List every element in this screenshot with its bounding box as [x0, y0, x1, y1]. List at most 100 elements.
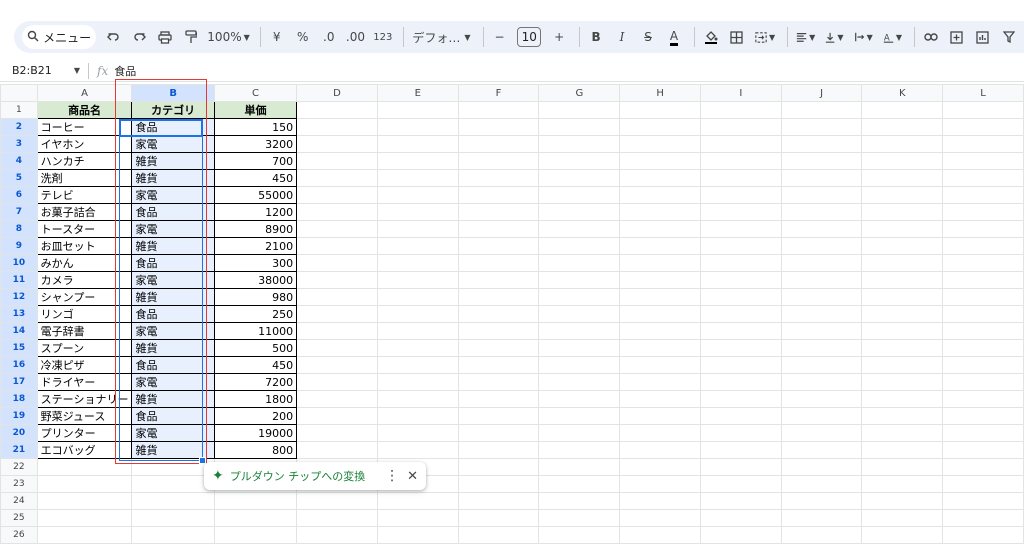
empty-cell[interactable] [296, 118, 378, 136]
empty-cell[interactable] [942, 339, 1024, 357]
data-cell[interactable]: 食品 [131, 407, 215, 425]
empty-cell[interactable] [699, 509, 782, 527]
empty-cell[interactable] [213, 526, 298, 544]
empty-cell[interactable] [457, 203, 540, 221]
empty-cell[interactable] [699, 305, 782, 323]
empty-cell[interactable] [619, 441, 701, 459]
empty-cell[interactable] [376, 237, 459, 255]
empty-cell[interactable] [780, 169, 863, 187]
empty-cell[interactable] [538, 356, 621, 374]
formula-input[interactable]: 食品 [114, 63, 136, 79]
header-cell[interactable]: カテゴリ [131, 101, 215, 119]
empty-cell[interactable] [619, 169, 701, 187]
empty-cell[interactable] [619, 475, 701, 493]
empty-cell[interactable] [619, 373, 701, 391]
empty-cell[interactable] [942, 101, 1024, 119]
data-cell[interactable]: 雑貨 [131, 152, 215, 170]
empty-cell[interactable] [538, 322, 621, 340]
data-cell[interactable]: ハンカチ [36, 152, 133, 170]
data-cell[interactable]: 電子辞書 [36, 322, 133, 340]
data-cell[interactable]: 980 [213, 288, 298, 306]
empty-cell[interactable] [942, 254, 1024, 272]
empty-cell[interactable] [376, 322, 459, 340]
empty-cell[interactable] [861, 339, 944, 357]
empty-cell[interactable] [942, 492, 1024, 510]
empty-cell[interactable] [619, 135, 701, 153]
empty-cell[interactable] [861, 186, 944, 204]
empty-cell[interactable] [538, 407, 621, 425]
row-header[interactable]: 24 [0, 492, 38, 510]
column-header-j[interactable]: J [780, 84, 863, 102]
column-header-c[interactable]: C [213, 84, 298, 102]
data-cell[interactable]: 450 [213, 169, 298, 187]
link-icon[interactable] [920, 25, 942, 49]
empty-cell[interactable] [699, 254, 782, 272]
empty-cell[interactable] [538, 254, 621, 272]
data-cell[interactable]: 家電 [131, 186, 215, 204]
empty-cell[interactable] [376, 305, 459, 323]
empty-cell[interactable] [861, 509, 944, 527]
empty-cell[interactable] [619, 322, 701, 340]
data-cell[interactable]: 2100 [213, 237, 298, 255]
empty-cell[interactable] [457, 424, 540, 442]
empty-cell[interactable] [296, 169, 378, 187]
data-cell[interactable]: 300 [213, 254, 298, 272]
data-cell[interactable]: 家電 [131, 220, 215, 238]
paint-format-icon[interactable] [180, 25, 202, 49]
empty-cell[interactable] [296, 101, 378, 119]
empty-cell[interactable] [861, 356, 944, 374]
empty-cell[interactable] [942, 475, 1024, 493]
empty-cell[interactable] [376, 492, 459, 510]
row-header[interactable]: 16 [0, 356, 38, 374]
data-cell[interactable]: リンゴ [36, 305, 133, 323]
empty-cell[interactable] [619, 492, 701, 510]
empty-cell[interactable] [376, 152, 459, 170]
data-cell[interactable]: 洗剤 [36, 169, 133, 187]
empty-cell[interactable] [861, 407, 944, 425]
fill-color-icon[interactable] [700, 25, 722, 49]
empty-cell[interactable] [780, 339, 863, 357]
empty-cell[interactable] [942, 237, 1024, 255]
empty-cell[interactable] [699, 526, 782, 544]
empty-cell[interactable] [780, 407, 863, 425]
row-header[interactable]: 11 [0, 271, 38, 289]
empty-cell[interactable] [942, 135, 1024, 153]
data-cell[interactable]: 1800 [213, 390, 298, 408]
data-cell[interactable]: 200 [213, 407, 298, 425]
empty-cell[interactable] [619, 203, 701, 221]
empty-cell[interactable] [36, 492, 133, 510]
empty-cell[interactable] [780, 322, 863, 340]
empty-cell[interactable] [942, 169, 1024, 187]
column-header-g[interactable]: G [538, 84, 621, 102]
empty-cell[interactable] [780, 254, 863, 272]
empty-cell[interactable] [699, 220, 782, 238]
empty-cell[interactable] [780, 118, 863, 136]
empty-cell[interactable] [296, 152, 378, 170]
data-cell[interactable]: 家電 [131, 271, 215, 289]
empty-cell[interactable] [376, 169, 459, 187]
empty-cell[interactable] [780, 101, 863, 119]
column-header-i[interactable]: I [699, 84, 782, 102]
empty-cell[interactable] [296, 254, 378, 272]
empty-cell[interactable] [699, 118, 782, 136]
empty-cell[interactable] [699, 373, 782, 391]
data-cell[interactable]: 8900 [213, 220, 298, 238]
empty-cell[interactable] [861, 237, 944, 255]
empty-cell[interactable] [457, 186, 540, 204]
empty-cell[interactable] [780, 271, 863, 289]
data-cell[interactable]: 野菜ジュース [36, 407, 133, 425]
data-cell[interactable]: 雑貨 [131, 288, 215, 306]
empty-cell[interactable] [296, 288, 378, 306]
text-color-button[interactable]: A [663, 25, 685, 49]
align-left-icon[interactable]: ▼ [793, 25, 818, 49]
font-size-decrease-button[interactable]: − [488, 25, 510, 49]
empty-cell[interactable] [457, 322, 540, 340]
empty-cell[interactable] [296, 305, 378, 323]
empty-cell[interactable] [619, 407, 701, 425]
column-header-b[interactable]: B [131, 84, 215, 102]
data-cell[interactable]: 雑貨 [131, 390, 215, 408]
empty-cell[interactable] [699, 424, 782, 442]
column-header-l[interactable]: L [942, 84, 1024, 102]
empty-cell[interactable] [861, 492, 944, 510]
row-header[interactable]: 14 [0, 322, 38, 340]
